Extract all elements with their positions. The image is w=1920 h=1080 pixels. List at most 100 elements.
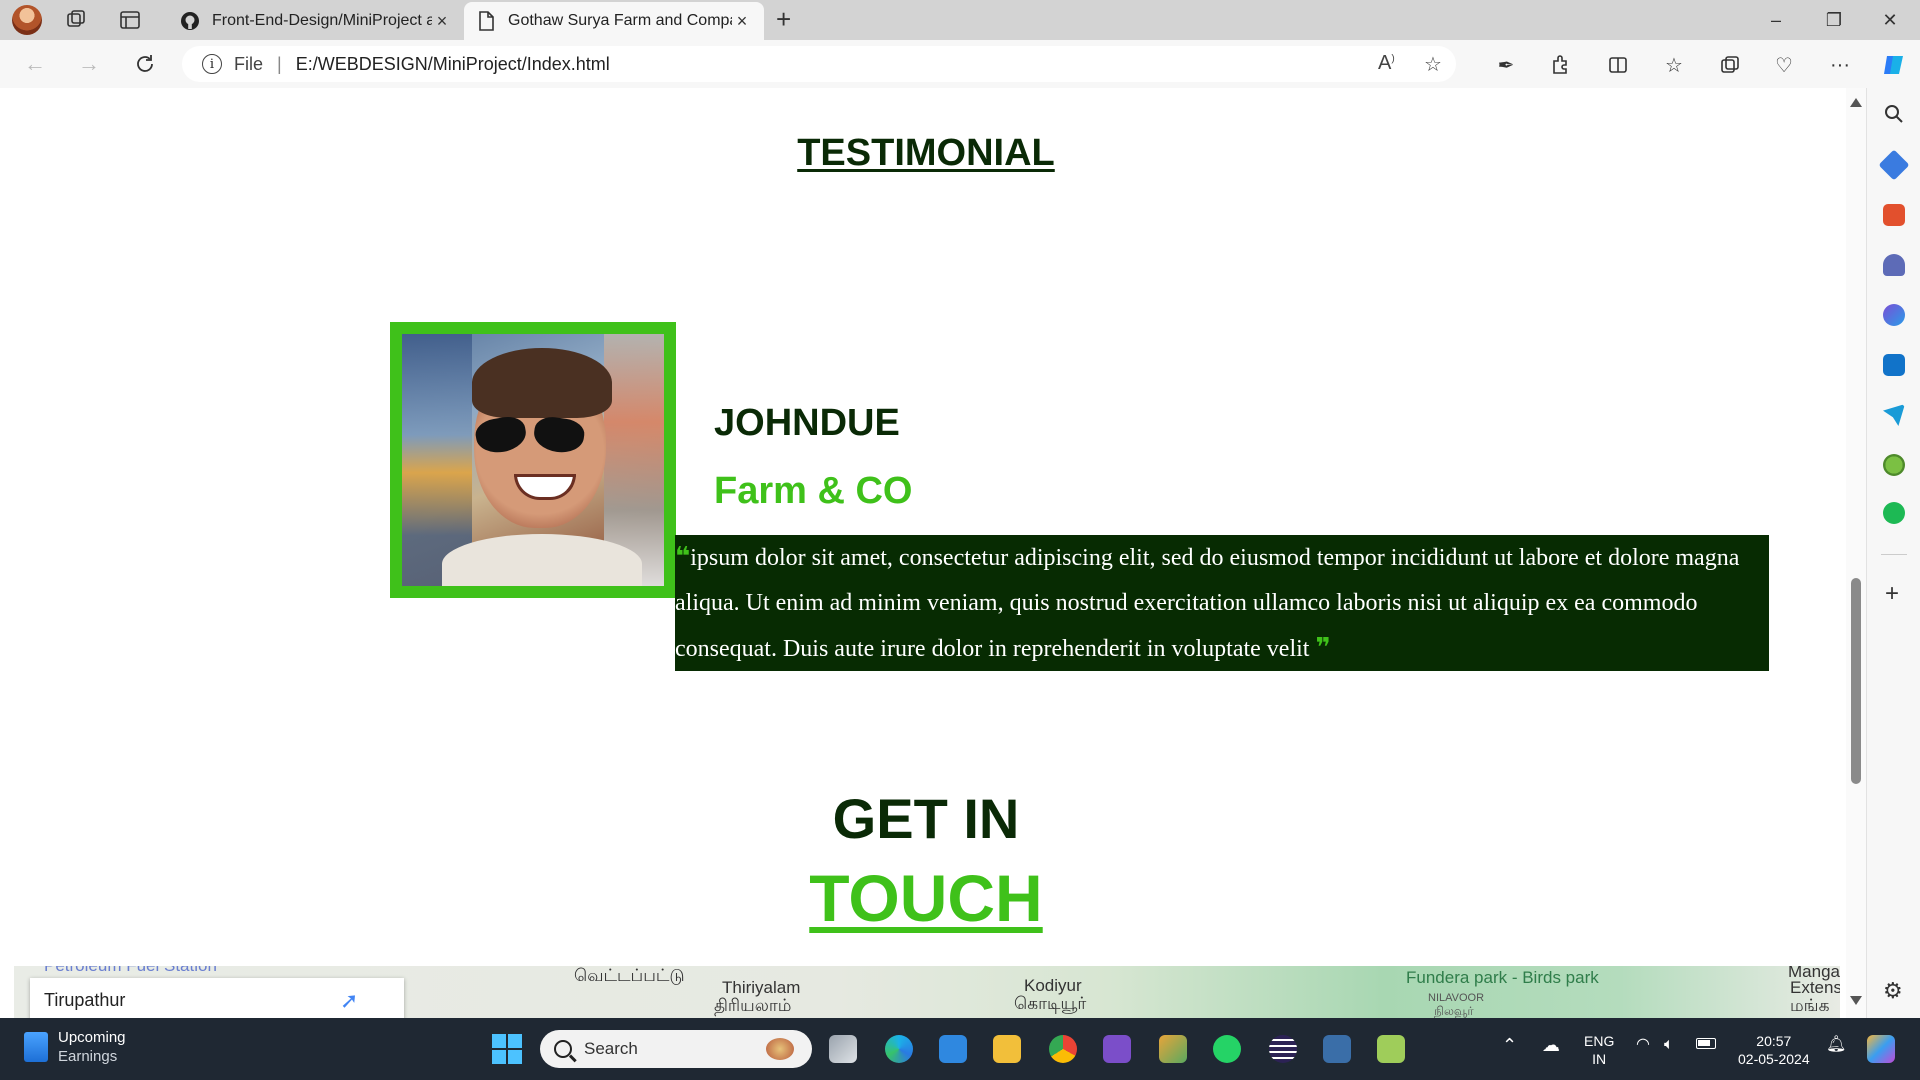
document-icon bbox=[476, 11, 496, 31]
favorites-icon[interactable]: ☆ bbox=[1660, 51, 1688, 79]
add-sidebar-app-icon[interactable]: + bbox=[1885, 580, 1899, 608]
copilot-taskbar-icon[interactable] bbox=[1864, 1032, 1898, 1066]
task-view-icon[interactable] bbox=[826, 1032, 860, 1066]
outlook-icon[interactable] bbox=[1883, 354, 1905, 376]
spotify-icon[interactable] bbox=[1883, 502, 1905, 524]
battery-icon[interactable] bbox=[1696, 1038, 1716, 1049]
widget-title: Upcoming bbox=[58, 1029, 126, 1046]
vertical-tabs-icon[interactable] bbox=[116, 6, 144, 34]
taskbar-search-placeholder: Search bbox=[584, 1039, 638, 1058]
search-highlight-icon bbox=[766, 1038, 794, 1060]
language-line1: ENG bbox=[1584, 1033, 1615, 1049]
minimize-button[interactable]: – bbox=[1756, 6, 1796, 34]
games-icon[interactable] bbox=[1883, 254, 1905, 276]
map-label: மங்க bbox=[1790, 996, 1830, 1015]
tree-icon[interactable] bbox=[1883, 454, 1905, 476]
map-label: Extens bbox=[1790, 978, 1840, 997]
tab-gothaw-surya[interactable]: Gothaw Surya Farm and Compan × bbox=[464, 2, 764, 40]
map-label: NILAVOOR bbox=[1428, 992, 1485, 1004]
more-options-icon[interactable]: ··· bbox=[1826, 51, 1854, 79]
snipping-tool-icon[interactable] bbox=[1156, 1032, 1190, 1066]
pen-icon[interactable]: ✒ bbox=[1492, 51, 1520, 79]
notepad-app-icon[interactable] bbox=[1374, 1032, 1408, 1066]
tab-github[interactable]: Front-End-Design/MiniProject at × bbox=[168, 2, 464, 40]
windows-taskbar: Upcoming Earnings Search ⌃ ☁ ENG IN ◠ 🔈︎… bbox=[0, 1018, 1920, 1080]
eclipse-icon[interactable] bbox=[1266, 1032, 1300, 1066]
scroll-thumb[interactable] bbox=[1851, 578, 1861, 784]
testimonial-company: Farm & CO bbox=[714, 470, 913, 512]
start-button[interactable] bbox=[490, 1032, 524, 1066]
shopping-tag-icon[interactable] bbox=[1878, 149, 1910, 181]
visual-studio-icon[interactable] bbox=[1100, 1032, 1134, 1066]
volume-icon[interactable]: 🔈︎ bbox=[1664, 1036, 1674, 1054]
favorite-star-icon[interactable]: ☆ bbox=[1424, 52, 1442, 77]
collections-icon[interactable] bbox=[1716, 51, 1744, 79]
close-quote-icon: ❞ bbox=[1315, 633, 1331, 663]
clock[interactable]: 20:57 02-05-2024 bbox=[1738, 1032, 1810, 1068]
map-label: திரியலாம் bbox=[714, 996, 792, 1015]
file-explorer-icon[interactable] bbox=[990, 1032, 1024, 1066]
map-place-card[interactable]: Tirupathur ➚ bbox=[30, 978, 404, 1018]
embedded-map[interactable]: Petroleum Fuel Station வெட்டப்பட்டு Thir… bbox=[14, 966, 1840, 1018]
testimonial-name: JOHNDUE bbox=[714, 402, 900, 444]
language-indicator[interactable]: ENG IN bbox=[1584, 1032, 1614, 1068]
close-window-button[interactable]: ✕ bbox=[1870, 6, 1910, 34]
copilot-icon[interactable] bbox=[1880, 51, 1908, 79]
map-label: வெட்டப்பட்டு bbox=[574, 966, 685, 985]
address-bar[interactable]: i File | E:/WEBDESIGN/MiniProject/Index.… bbox=[182, 46, 1456, 82]
telegram-icon[interactable] bbox=[1883, 404, 1905, 426]
sidebar-settings-icon[interactable]: ⚙ bbox=[1883, 978, 1903, 1004]
tab-close-icon[interactable]: × bbox=[432, 11, 452, 32]
edge-app-icon[interactable] bbox=[882, 1032, 916, 1066]
tab-close-icon[interactable]: × bbox=[732, 11, 752, 32]
map-place-name: Tirupathur bbox=[44, 990, 126, 1010]
chrome-icon[interactable] bbox=[1046, 1032, 1080, 1066]
edge-sidebar: + ⚙ bbox=[1866, 88, 1920, 1018]
restore-button[interactable]: ❐ bbox=[1814, 6, 1854, 34]
dev-tool-icon[interactable] bbox=[1320, 1032, 1354, 1066]
workspaces-icon[interactable] bbox=[62, 6, 90, 34]
search-icon[interactable] bbox=[1882, 102, 1906, 131]
back-arrow-icon[interactable]: ← bbox=[20, 50, 50, 78]
read-aloud-icon[interactable]: A) bbox=[1378, 52, 1395, 75]
github-icon bbox=[180, 11, 200, 31]
url-text[interactable]: E:/WEBDESIGN/MiniProject/Index.html bbox=[296, 54, 610, 75]
scroll-down-icon[interactable] bbox=[1850, 996, 1862, 1005]
info-icon[interactable]: i bbox=[202, 54, 222, 74]
tab-title: Gothaw Surya Farm and Compan bbox=[508, 12, 732, 29]
windows-logo-icon bbox=[492, 1034, 522, 1064]
search-icon bbox=[554, 1040, 572, 1058]
profile-avatar[interactable] bbox=[12, 5, 42, 35]
testimonial-quote-text: ipsum dolor sit amet, consectetur adipis… bbox=[675, 545, 1740, 662]
refresh-icon[interactable] bbox=[130, 50, 160, 78]
map-label: Fundera park - Birds park bbox=[1406, 968, 1599, 987]
directions-icon[interactable]: ➚ bbox=[340, 988, 364, 1013]
whatsapp-icon[interactable] bbox=[1210, 1032, 1244, 1066]
taskbar-search[interactable]: Search bbox=[540, 1030, 812, 1068]
browser-essentials-icon[interactable]: ♡ bbox=[1770, 51, 1798, 79]
tab-title: Front-End-Design/MiniProject at bbox=[212, 12, 432, 29]
notification-bell-icon[interactable]: 🔔︎ bbox=[1826, 1036, 1846, 1054]
contact-heading-line1: GET IN bbox=[832, 787, 1020, 850]
browser-toolbar: ← → i File | E:/WEBDESIGN/MiniProject/In… bbox=[0, 40, 1920, 88]
scroll-up-icon[interactable] bbox=[1850, 98, 1862, 107]
microsoft-365-icon[interactable] bbox=[1883, 304, 1905, 326]
wifi-icon[interactable]: ◠ bbox=[1636, 1036, 1650, 1054]
testimonial-photo-frame bbox=[390, 322, 676, 598]
scheme-label: File bbox=[234, 53, 264, 74]
mail-app-icon[interactable] bbox=[936, 1032, 970, 1066]
extensions-icon[interactable] bbox=[1546, 51, 1574, 79]
new-tab-button[interactable]: + bbox=[776, 4, 791, 35]
show-hidden-icons-icon[interactable]: ⌃ bbox=[1502, 1036, 1517, 1054]
forward-arrow-icon[interactable]: → bbox=[74, 50, 104, 78]
tools-icon[interactable] bbox=[1883, 204, 1905, 226]
clock-date: 02-05-2024 bbox=[1738, 1051, 1810, 1067]
address-separator: | bbox=[277, 53, 282, 74]
contact-heading-line2: TOUCH bbox=[809, 861, 1043, 935]
widgets-button[interactable]: Upcoming Earnings bbox=[24, 1028, 126, 1066]
tab-bar: Front-End-Design/MiniProject at × Gothaw… bbox=[0, 0, 1920, 40]
page-scrollbar[interactable] bbox=[1846, 88, 1866, 1018]
split-screen-icon[interactable] bbox=[1604, 51, 1632, 79]
open-quote-icon: ❝ bbox=[675, 542, 691, 572]
onedrive-icon[interactable]: ☁ bbox=[1542, 1036, 1560, 1054]
